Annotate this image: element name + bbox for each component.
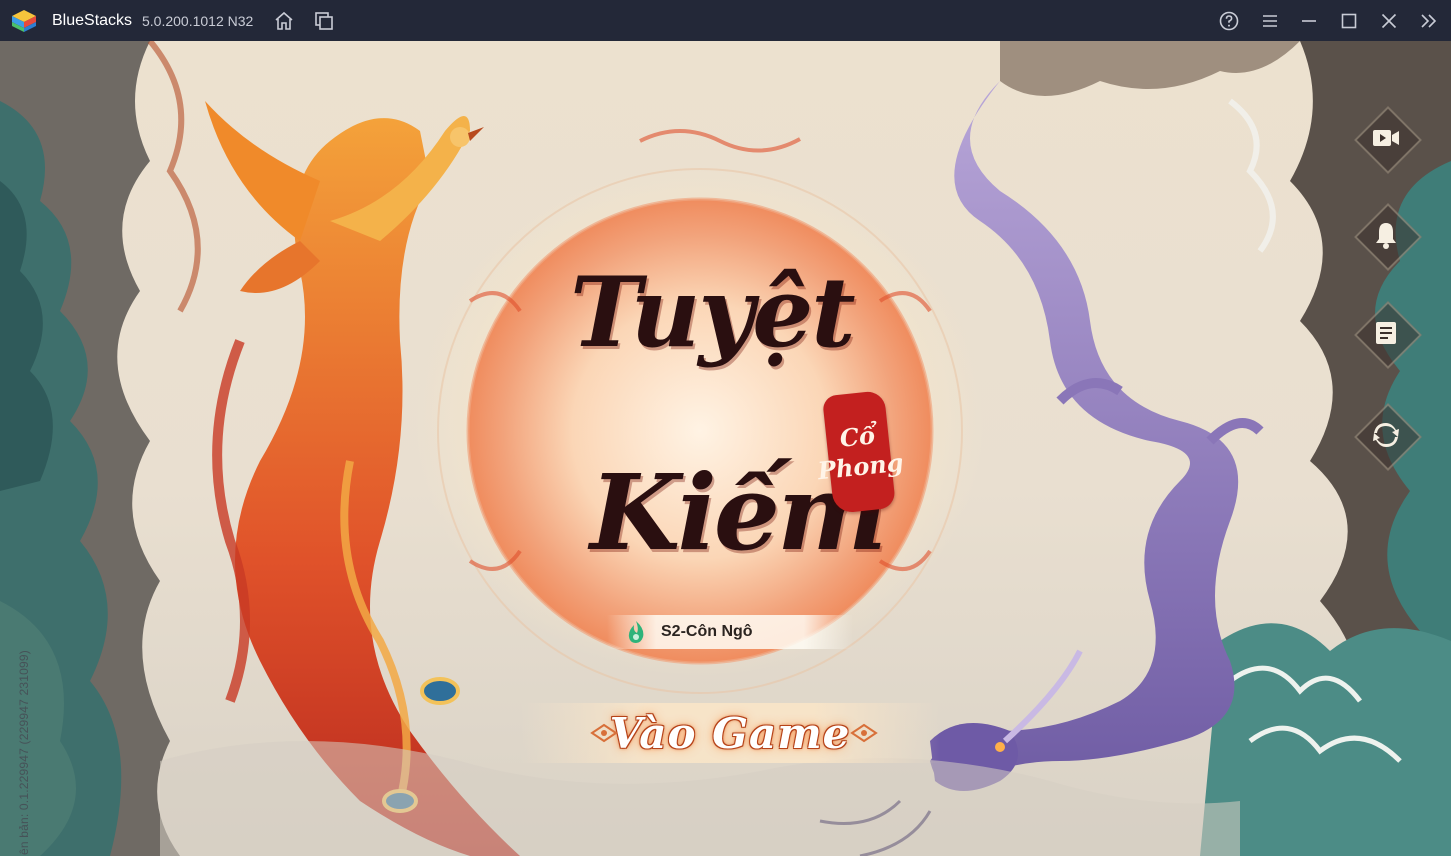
- help-button[interactable]: [1216, 8, 1242, 34]
- title-bar: BlueStacks 5.0.200.1012 N32: [0, 0, 1451, 41]
- game-title-line1: Tuyệt: [570, 256, 856, 369]
- menu-icon: [1263, 15, 1277, 27]
- notification-button[interactable]: [1354, 203, 1422, 271]
- bell-icon: [1376, 223, 1396, 249]
- notice-button[interactable]: [1354, 301, 1422, 369]
- notice-icon: [1376, 322, 1396, 344]
- game-screen[interactable]: Tuyệt Kiếm Cổ Phong S2-Côn Ngô Vào Game …: [0, 41, 1451, 856]
- menu-button[interactable]: [1257, 8, 1283, 34]
- minimize-button[interactable]: [1296, 8, 1322, 34]
- app-name: BlueStacks: [52, 12, 133, 29]
- ornament-right-icon: [850, 723, 878, 743]
- home-icon: [275, 11, 293, 30]
- multi-instance-button[interactable]: [311, 8, 337, 34]
- enter-game-label: Vào Game: [609, 708, 851, 758]
- close-button[interactable]: [1376, 8, 1402, 34]
- seal-text-line2: Phong: [816, 447, 905, 486]
- version-label: Phiên bản: 0.1.229947 (229947 231099): [17, 650, 31, 856]
- app-version: 5.0.200.1012 N32: [142, 13, 254, 29]
- help-icon: [1219, 11, 1239, 31]
- switch-account-icon: [1373, 423, 1399, 447]
- ornament-left-icon: [590, 723, 618, 743]
- maximize-button[interactable]: [1336, 8, 1362, 34]
- collapse-sidebar-icon: [1421, 14, 1437, 28]
- bluestacks-logo-icon: [12, 10, 36, 32]
- minimize-icon: [1302, 20, 1316, 22]
- server-name: S2-Côn Ngô: [661, 623, 753, 640]
- maximize-icon: [1341, 13, 1357, 29]
- collapse-sidebar-button[interactable]: [1416, 8, 1442, 34]
- enter-game-button[interactable]: Vào Game: [520, 703, 940, 763]
- multi-instance-icon: [315, 12, 333, 30]
- video-button[interactable]: [1354, 106, 1422, 174]
- title-seal: Cổ Phong: [816, 390, 905, 514]
- seal-text-line1: Cổ: [838, 420, 877, 453]
- close-icon: [1381, 13, 1397, 29]
- switch-account-button[interactable]: [1354, 403, 1422, 471]
- server-selector[interactable]: S2-Côn Ngô: [607, 615, 853, 649]
- home-button[interactable]: [271, 8, 297, 34]
- server-status-icon: [628, 621, 644, 643]
- video-icon: [1373, 130, 1399, 146]
